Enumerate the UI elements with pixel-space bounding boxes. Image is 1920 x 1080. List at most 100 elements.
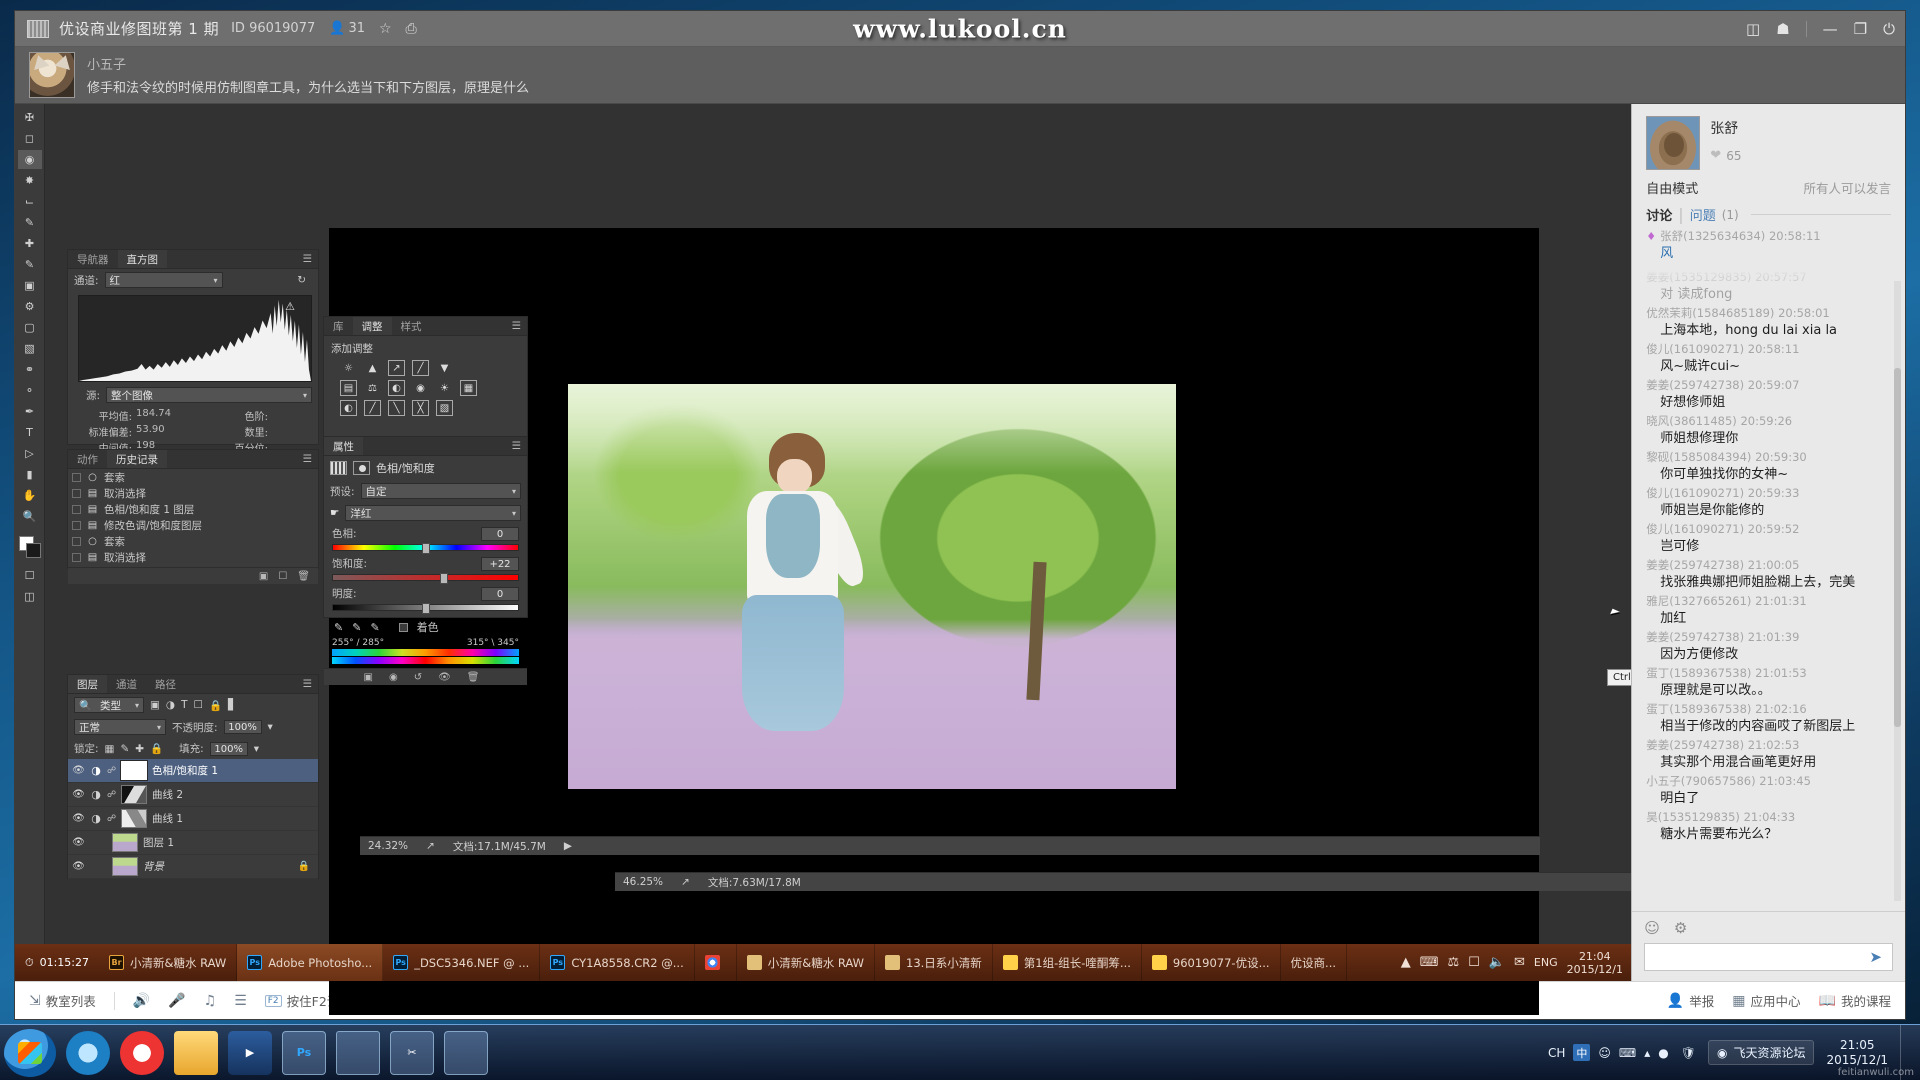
document-icon[interactable] <box>336 1030 380 1075</box>
panel-menu-icon[interactable]: ☰ <box>506 317 527 335</box>
lightness-slider-knob[interactable] <box>421 603 430 614</box>
eye-icon[interactable]: 👁 <box>72 765 85 776</box>
taskbar-button-folder-13[interactable]: 13.日系小清新 <box>875 944 993 981</box>
layer-thumb[interactable] <box>112 833 138 852</box>
healing-brush-tool[interactable]: ✚ <box>18 234 42 253</box>
link-icon[interactable]: ☍ <box>107 766 116 776</box>
new-document-icon[interactable]: ☐ <box>278 571 287 582</box>
black-white-icon[interactable]: ◐ <box>388 380 405 396</box>
dodge-tool[interactable]: ⚬ <box>18 381 42 400</box>
ime-mode-icon[interactable]: 中 <box>1573 1044 1591 1061</box>
history-snapshot-box[interactable] <box>72 520 81 530</box>
tab-history[interactable]: 历史记录 <box>107 450 167 468</box>
lasso-tool[interactable]: ◉ <box>17 150 42 169</box>
history-item[interactable]: ▤ 取消选择 <box>68 549 318 565</box>
message-icon[interactable]: ✉ <box>1514 955 1525 970</box>
delete-icon[interactable]: 🗑 <box>297 571 310 582</box>
background-color[interactable] <box>25 543 41 558</box>
start-button[interactable] <box>4 1028 56 1077</box>
tab-question[interactable]: 问题 <box>1690 205 1716 224</box>
photo-filter-icon[interactable]: ◉ <box>412 380 429 396</box>
tab-navigator[interactable]: 导航器 <box>68 250 118 268</box>
saturation-slider[interactable] <box>332 573 519 584</box>
marquee-tool[interactable]: ◻ <box>18 129 42 148</box>
taskbar-button-chrome[interactable] <box>695 944 737 981</box>
hand-target-icon[interactable]: ☛ <box>330 507 339 519</box>
link-icon[interactable]: ☍ <box>107 790 116 800</box>
layer-mask-thumb[interactable] <box>121 785 147 804</box>
histogram-warning-icon[interactable]: ⚠ <box>285 300 295 313</box>
eyedropper-icon[interactable]: ✎ <box>334 621 343 634</box>
clone-stamp-tool[interactable]: ▣ <box>18 276 42 295</box>
layer-thumb[interactable] <box>112 857 138 876</box>
tab-adjustments[interactable]: 调整 <box>352 317 392 335</box>
layer-filter-select[interactable]: 🔍 类型 ▾ <box>74 697 144 713</box>
forum-indicator[interactable]: ◉ 飞天资源论坛 <box>1707 1040 1815 1065</box>
emoji-icon[interactable]: ☺ <box>1644 919 1660 937</box>
invert-icon[interactable]: ◐ <box>340 400 357 416</box>
chevron-down-icon[interactable]: ▾ <box>268 721 273 733</box>
filter-type-icon[interactable]: T <box>181 699 187 711</box>
blur-tool[interactable]: ⚭ <box>18 360 42 379</box>
history-snapshot-box[interactable] <box>72 504 81 514</box>
chat-mode-label[interactable]: 自由模式 <box>1646 178 1698 197</box>
ime-indicator[interactable]: CH 中 ☺ ⌨ ▴ ● <box>1548 1044 1669 1061</box>
refresh-icon[interactable]: ↻ <box>297 274 306 286</box>
quickmask-icon[interactable]: ☐ <box>18 566 42 585</box>
gradient-map-icon[interactable]: ╳ <box>412 400 429 416</box>
taskbar-button-youshe[interactable]: 优设商... <box>1281 944 1348 981</box>
export-icon-main[interactable]: ↗ <box>426 840 435 852</box>
history-snapshot-box[interactable] <box>72 536 81 546</box>
exposure-icon[interactable]: ╱ <box>412 360 429 376</box>
shape-tool[interactable]: ▮ <box>18 465 42 484</box>
tab-histogram[interactable]: 直方图 <box>117 250 167 268</box>
eyedropper-tool[interactable]: ✎ <box>18 213 42 232</box>
saturation-value[interactable]: +22 <box>481 556 519 571</box>
fill-value[interactable]: 100% <box>209 741 248 756</box>
home-icon[interactable]: ☗ <box>1776 21 1789 37</box>
panel-menu-icon[interactable]: ☰ <box>297 675 318 693</box>
path-select-tool[interactable]: ▷ <box>18 444 42 463</box>
statusbar-expand-icon[interactable]: ▶ <box>564 840 572 852</box>
my-courses-button[interactable]: 📖 我的课程 <box>1819 991 1891 1010</box>
history-snapshot-box[interactable] <box>72 552 81 562</box>
volume-icon[interactable]: 🔈 <box>1489 955 1505 970</box>
link-icon[interactable]: ☍ <box>107 814 116 824</box>
color-swatches[interactable] <box>18 536 41 558</box>
taskbar-button-group[interactable]: 第1组-组长-喹酮筹... <box>993 944 1142 981</box>
taskbar-button-cr2[interactable]: Ps CY1A8558.CR2 @... <box>540 944 695 981</box>
history-brush-tool[interactable]: ⚙ <box>18 297 42 316</box>
hue-saturation-icon[interactable]: ▤ <box>340 380 357 396</box>
layer-mask-thumb[interactable] <box>121 809 147 828</box>
lock-position-icon[interactable]: ✚ <box>135 743 144 755</box>
brightness-contrast-icon[interactable]: ☼ <box>340 360 357 376</box>
taskbar-clock[interactable]: 21:04 2015/12/1 <box>1567 950 1623 976</box>
photoshop-icon[interactable]: Ps <box>282 1030 326 1075</box>
chat-message-list[interactable]: 姜姜(1535129835) 20:57:57 对 读成fong 优然茉莉(15… <box>1632 269 1905 911</box>
filter-smart-icon[interactable]: 🔒 <box>209 699 222 712</box>
new-snapshot-icon[interactable]: ▣ <box>259 571 268 582</box>
chevron-up-icon[interactable]: ▲ <box>1401 955 1411 970</box>
lightness-slider[interactable] <box>332 603 519 614</box>
tab-actions[interactable]: 动作 <box>68 450 107 468</box>
hand-tool[interactable]: ✋ <box>18 486 42 505</box>
history-item[interactable]: ○ 套索 <box>68 469 318 485</box>
saturation-slider-knob[interactable] <box>440 573 449 584</box>
chevron-down-icon[interactable]: ▾ <box>254 743 259 755</box>
bee-icon[interactable] <box>444 1030 488 1075</box>
settings-icon[interactable]: ⚙ <box>1674 919 1687 937</box>
tool-icon[interactable]: ✂ <box>390 1030 434 1075</box>
layer-row[interactable]: 👁 ◑ ☍ 曲线 2 <box>68 783 318 807</box>
share-icon[interactable]: ⎙ <box>406 21 417 37</box>
microphone-button[interactable]: 🎤 <box>168 993 185 1009</box>
pin-icon[interactable]: ● <box>1658 1046 1668 1060</box>
ie-icon[interactable] <box>66 1030 110 1075</box>
color-lookup-icon[interactable]: ▦ <box>460 380 477 396</box>
colorize-checkbox[interactable] <box>398 622 408 632</box>
smiley-icon[interactable]: ☺ <box>1598 1046 1611 1060</box>
lock-transparent-icon[interactable]: ▦ <box>105 743 115 755</box>
eye-icon[interactable]: 👁 <box>72 837 85 848</box>
history-snapshot-box[interactable] <box>72 472 81 482</box>
quick-select-tool[interactable]: ✸ <box>18 171 42 190</box>
tab-paths[interactable]: 路径 <box>146 675 185 693</box>
